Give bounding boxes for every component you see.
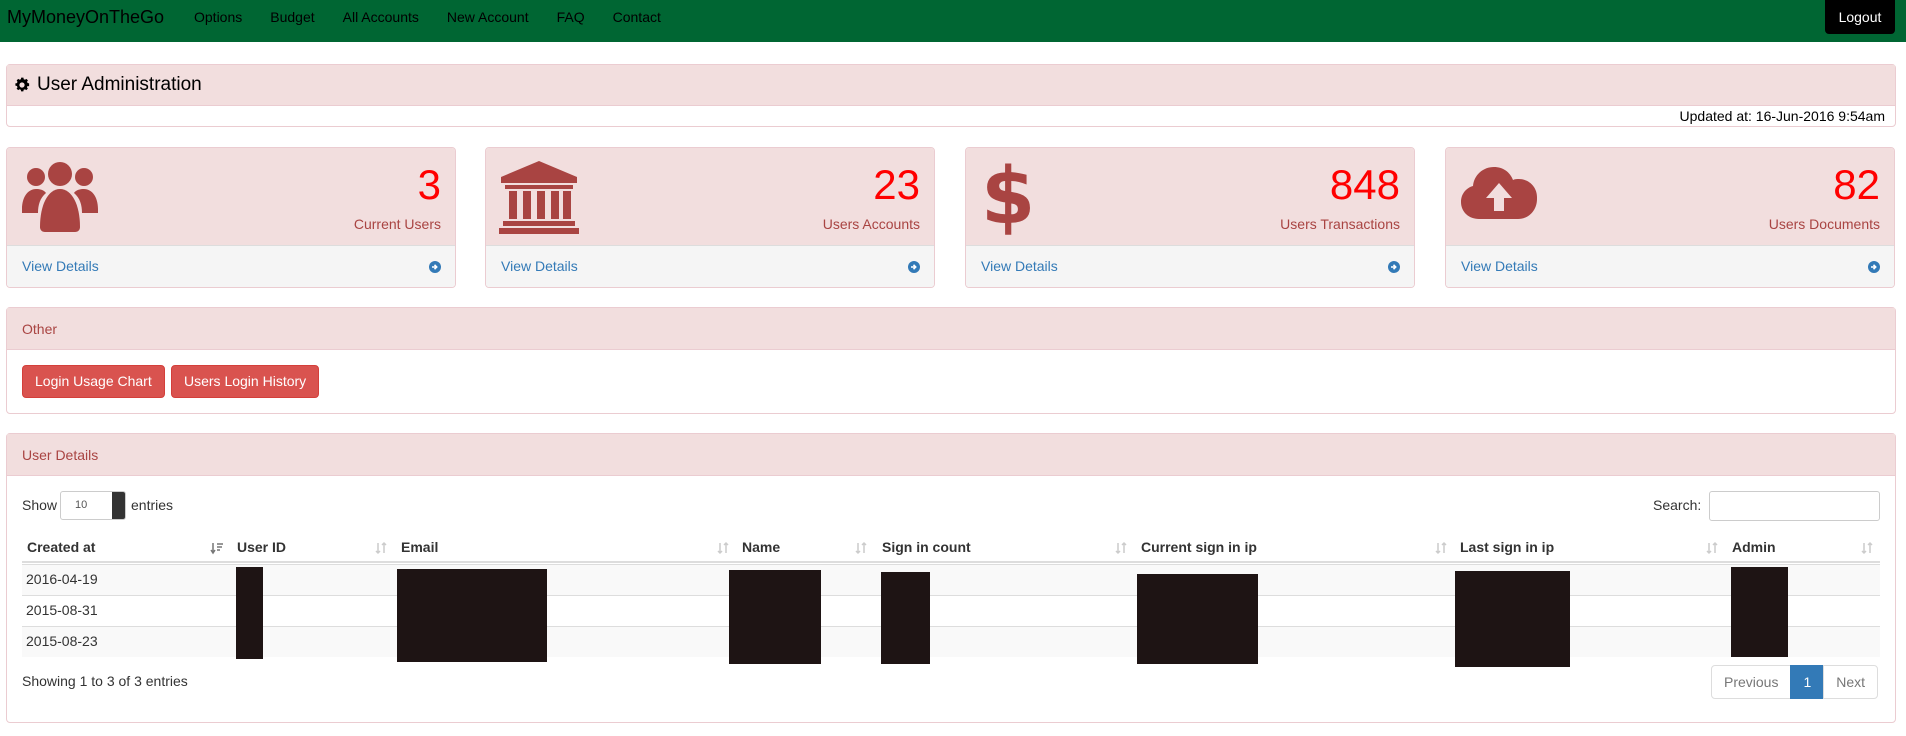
logout-button[interactable]: Logout	[1825, 0, 1895, 34]
user-details-heading: User Details	[7, 434, 1895, 476]
stat-label: Current Users	[353, 216, 441, 232]
svg-text:$: $	[981, 157, 1035, 237]
sort-icon[interactable]	[374, 541, 388, 555]
nav-budget[interactable]: Budget	[270, 0, 314, 34]
col-current-sign-in-ip[interactable]: Current sign in ip	[1141, 532, 1257, 563]
nav-contact[interactable]: Contact	[613, 0, 661, 34]
show-label: Show	[22, 497, 58, 513]
view-details-link[interactable]: View Details	[1461, 258, 1538, 274]
table-info: Showing 1 to 3 of 3 entries	[22, 673, 188, 689]
col-user-id[interactable]: User ID	[237, 532, 286, 563]
stat-label: Users Accounts	[822, 216, 920, 232]
select-caret[interactable]	[112, 492, 125, 519]
stat-value: 3	[417, 161, 441, 208]
stat-label: Users Documents	[1768, 216, 1880, 232]
table-row[interactable]: 2015-08-23	[22, 626, 1880, 657]
view-details-link[interactable]: View Details	[981, 258, 1058, 274]
nav-faq[interactable]: FAQ	[557, 0, 585, 34]
redacted-email	[397, 569, 547, 662]
dollar-icon: $	[981, 157, 1035, 237]
users-login-history-button[interactable]: Users Login History	[171, 365, 320, 398]
stat-label: Users Transactions	[1280, 216, 1400, 232]
col-admin[interactable]: Admin	[1732, 532, 1776, 563]
brand-link[interactable]: MyMoneyOnTheGo	[7, 7, 164, 27]
previous-page-button[interactable]: Previous	[1711, 665, 1792, 699]
sort-desc-icon[interactable]	[210, 541, 224, 555]
col-last-sign-in-ip[interactable]: Last sign in ip	[1460, 532, 1554, 563]
cell-created-at: 2016-04-19	[26, 571, 98, 587]
page-title-bar: User Administration	[7, 65, 1895, 106]
page-title: User Administration	[37, 74, 202, 95]
stat-value: 82	[1833, 161, 1880, 208]
other-panel-heading: Other	[7, 308, 1895, 350]
nav-links: Options Budget All Accounts New Account …	[194, 0, 689, 34]
page-size-select[interactable]: 10	[60, 491, 126, 520]
arrow-circle-right-icon[interactable]	[908, 261, 920, 273]
other-panel: Other Login Usage Chart Users Login Hist…	[6, 307, 1896, 414]
col-email[interactable]: Email	[401, 532, 438, 563]
col-sign-in-count[interactable]: Sign in count	[882, 532, 971, 563]
users-icon	[22, 162, 98, 232]
sort-icon[interactable]	[1114, 541, 1128, 555]
page-header-panel: User Administration Updated at: 16-Jun-2…	[6, 64, 1896, 127]
sort-icon[interactable]	[1705, 541, 1719, 555]
entries-label: entries	[131, 497, 174, 513]
stat-card-transactions: $ 848 Users Transactions View Details	[965, 147, 1415, 288]
redacted-sign-in-count	[881, 572, 930, 664]
cloud-upload-icon	[1461, 167, 1537, 219]
col-created-at[interactable]: Created at	[27, 532, 95, 563]
view-details-link[interactable]: View Details	[501, 258, 578, 274]
search-label: Search:	[1653, 497, 1702, 513]
nav-all-accounts[interactable]: All Accounts	[343, 0, 419, 34]
nav-options[interactable]: Options	[194, 0, 242, 34]
arrow-circle-right-icon[interactable]	[1388, 261, 1400, 273]
pagination: Previous 1 Next	[1711, 665, 1879, 699]
updated-timestamp: Updated at: 16-Jun-2016 9:54am	[1679, 108, 1885, 124]
view-details-link[interactable]: View Details	[22, 258, 99, 274]
stat-value: 23	[873, 161, 920, 208]
gear-icon	[15, 77, 30, 92]
sort-icon[interactable]	[1434, 541, 1448, 555]
sort-icon[interactable]	[1860, 541, 1874, 555]
stat-card-accounts: 23 Users Accounts View Details	[485, 147, 935, 288]
table-row[interactable]: 2016-04-19	[22, 564, 1880, 595]
col-name[interactable]: Name	[742, 532, 780, 563]
arrow-circle-right-icon[interactable]	[429, 261, 441, 273]
table-header: Created at User ID Email Name Sign in co…	[22, 532, 1880, 563]
top-navbar: MyMoneyOnTheGo Options Budget All Accoun…	[0, 0, 1906, 42]
stat-card-documents: 82 Users Documents View Details	[1445, 147, 1895, 288]
cell-created-at: 2015-08-31	[26, 602, 98, 618]
bank-icon	[499, 161, 579, 234]
redacted-user-id	[236, 567, 263, 659]
nav-new-account[interactable]: New Account	[447, 0, 529, 34]
page-size-value: 10	[75, 499, 88, 511]
cell-created-at: 2015-08-23	[26, 633, 98, 649]
sort-icon[interactable]	[854, 541, 868, 555]
sort-icon[interactable]	[716, 541, 730, 555]
stat-card-users: 3 Current Users View Details	[6, 147, 456, 288]
table-row[interactable]: 2015-08-31	[22, 595, 1880, 626]
redacted-current-ip	[1137, 574, 1258, 664]
arrow-circle-right-icon[interactable]	[1868, 261, 1880, 273]
redacted-last-ip	[1455, 571, 1570, 667]
stat-value: 848	[1329, 161, 1400, 208]
redacted-name	[729, 570, 821, 664]
search-input[interactable]	[1709, 491, 1880, 521]
page-1-button[interactable]: 1	[1790, 665, 1825, 699]
redacted-admin	[1731, 567, 1788, 657]
login-usage-chart-button[interactable]: Login Usage Chart	[22, 365, 165, 398]
next-page-button[interactable]: Next	[1823, 665, 1879, 699]
